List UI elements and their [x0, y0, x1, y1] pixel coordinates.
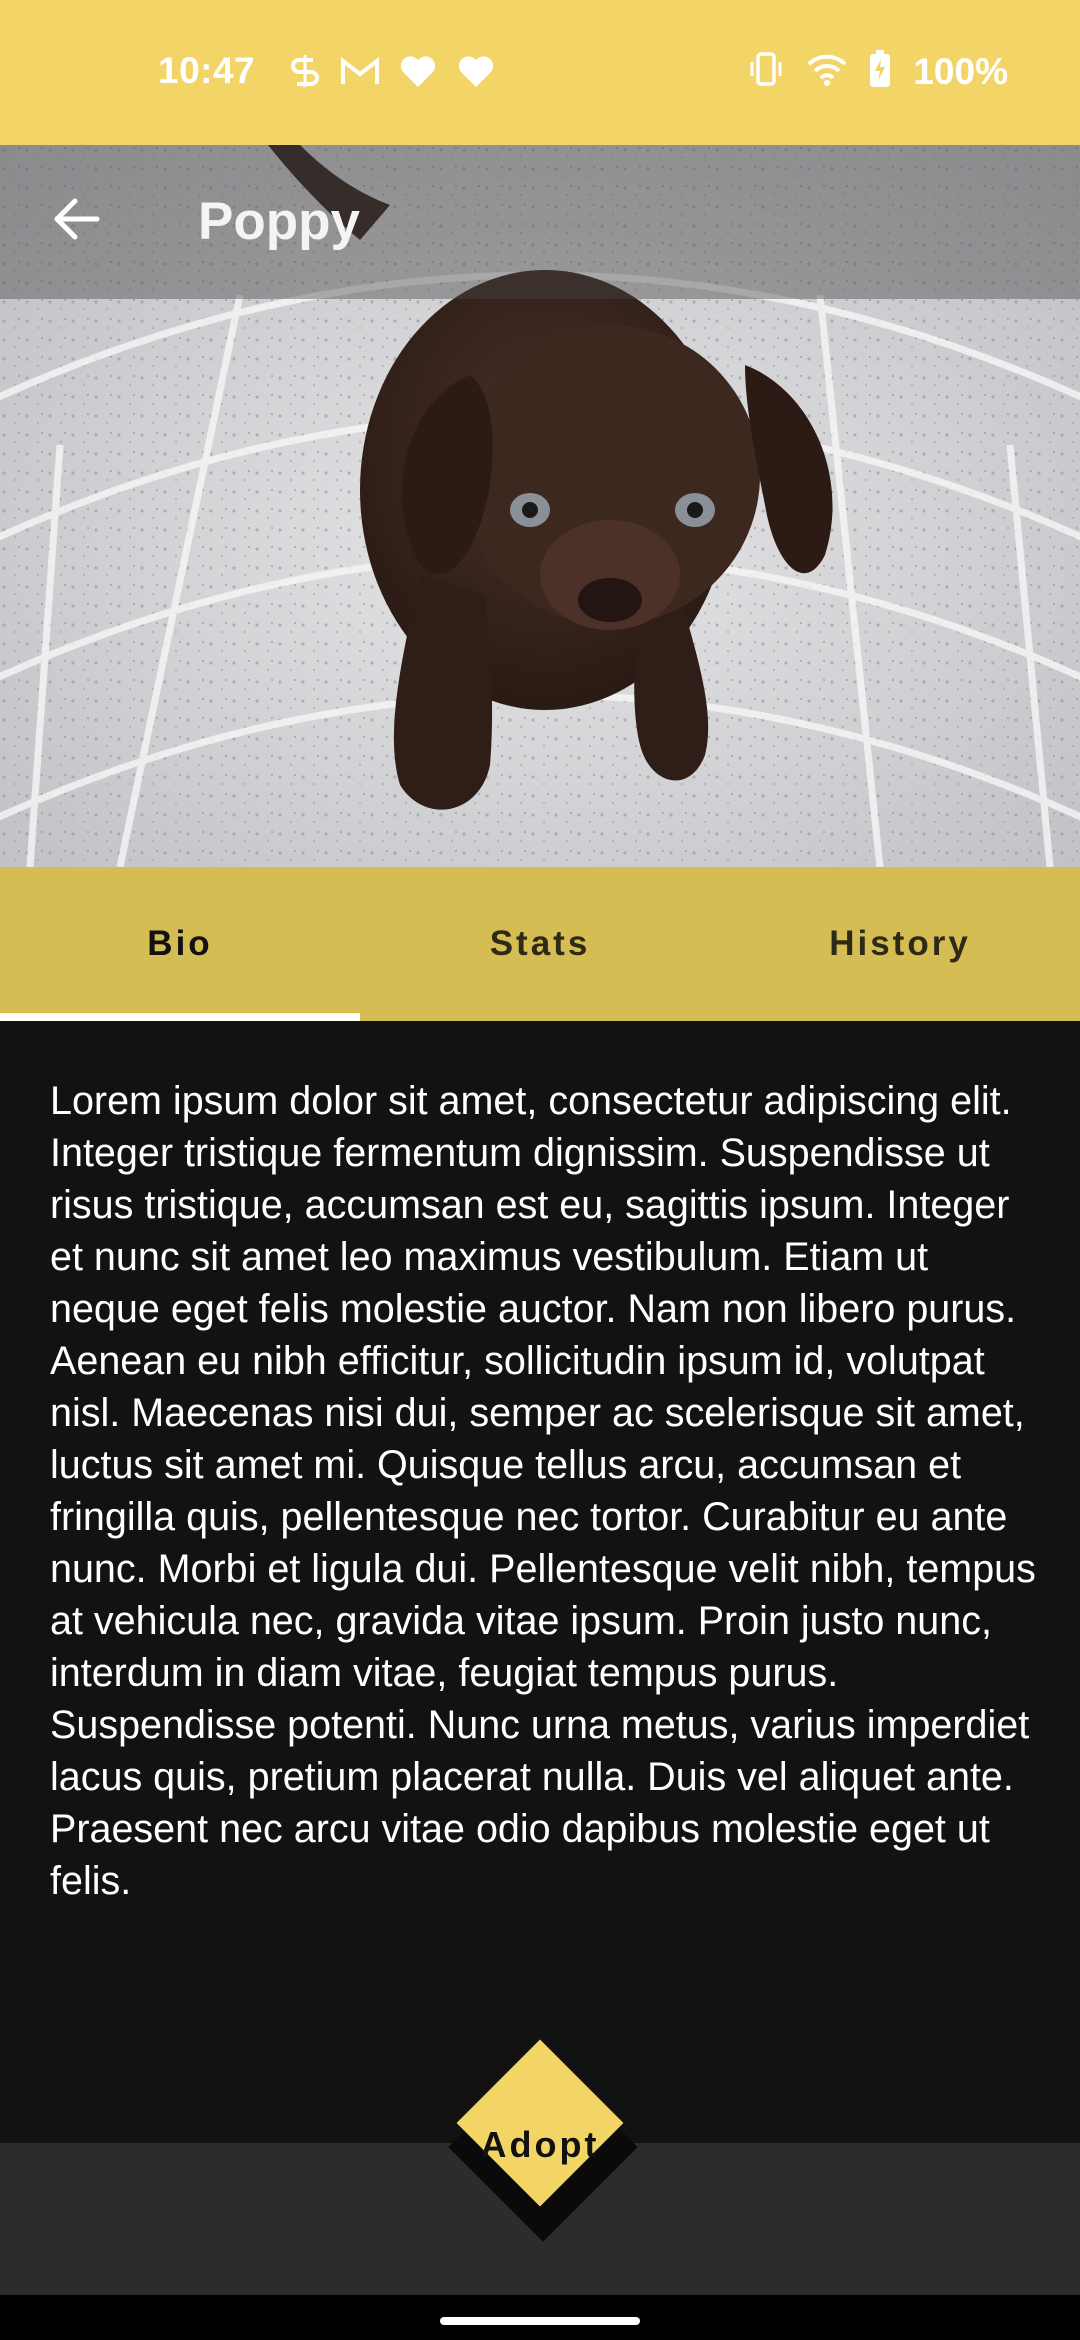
tab-history[interactable]: History: [720, 867, 1080, 1021]
tab-stats[interactable]: Stats: [360, 867, 720, 1021]
bio-text: Lorem ipsum dolor sit amet, consectetur …: [50, 1079, 1036, 1903]
home-indicator[interactable]: [440, 2317, 640, 2325]
heart-icon: [456, 53, 496, 94]
notification-icons: [288, 52, 496, 95]
wifi-icon: [807, 52, 847, 91]
vibrate-icon: [747, 51, 785, 92]
status-time: 10:47: [158, 50, 256, 91]
battery-charging-icon: [869, 50, 891, 93]
heart-icon: [398, 53, 438, 94]
page-title: Poppy: [198, 192, 360, 251]
status-bar: 10:47 100%: [0, 0, 1080, 145]
tab-indicator: [0, 1013, 360, 1021]
gmail-icon: [340, 56, 380, 91]
app-bar: Poppy: [0, 145, 1080, 299]
s-icon: [288, 52, 322, 95]
tab-bar: Bio Stats History: [0, 867, 1080, 1021]
adopt-button[interactable]: Adopt: [440, 2110, 640, 2180]
arrow-left-icon: [51, 197, 101, 246]
battery-percent: 100%: [913, 50, 1008, 92]
system-icons: 100%: [747, 50, 1008, 93]
tab-bio[interactable]: Bio: [0, 867, 360, 1021]
back-button[interactable]: [36, 181, 116, 261]
